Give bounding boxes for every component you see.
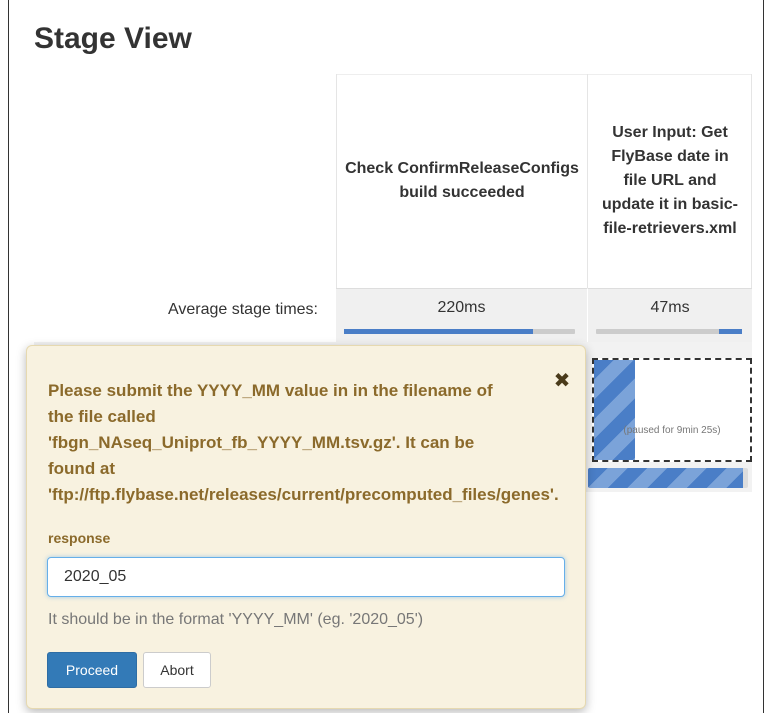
avg-time-cell: 220ms <box>336 288 588 342</box>
avg-time-bar <box>344 329 575 334</box>
response-label: response <box>48 530 111 546</box>
popup-message: Please submit the YYYY_MM value in in th… <box>48 381 559 504</box>
stage-header-user-input[interactable]: User Input: Get FlyBase date in file URL… <box>588 74 752 288</box>
proceed-button[interactable]: Proceed <box>47 652 137 688</box>
close-icon[interactable]: ✖ <box>553 371 571 391</box>
avg-time-bar-fill <box>718 329 742 334</box>
response-input[interactable] <box>47 557 565 597</box>
average-stage-times-label: Average stage times: <box>167 301 318 318</box>
avg-time-bar-fill <box>344 329 534 334</box>
input-request-popup: Please submit the YYYY_MM value in in th… <box>26 345 586 709</box>
abort-button[interactable]: Abort <box>143 652 211 688</box>
avg-time-cell: 47ms <box>588 288 752 342</box>
stage-name: User Input: Get FlyBase date in file URL… <box>601 124 738 237</box>
stage-header-check-confirm[interactable]: Check ConfirmReleaseConfigs build succee… <box>336 74 588 288</box>
page-title: Stage View <box>34 22 192 55</box>
avg-time-bar <box>596 329 742 334</box>
stage-name: Check ConfirmReleaseConfigs build succee… <box>345 160 579 201</box>
avg-time-value: 47ms <box>650 299 690 316</box>
avg-time-value: 220ms <box>437 299 486 316</box>
response-hint: It should be in the format 'YYYY_MM' (eg… <box>48 611 424 628</box>
